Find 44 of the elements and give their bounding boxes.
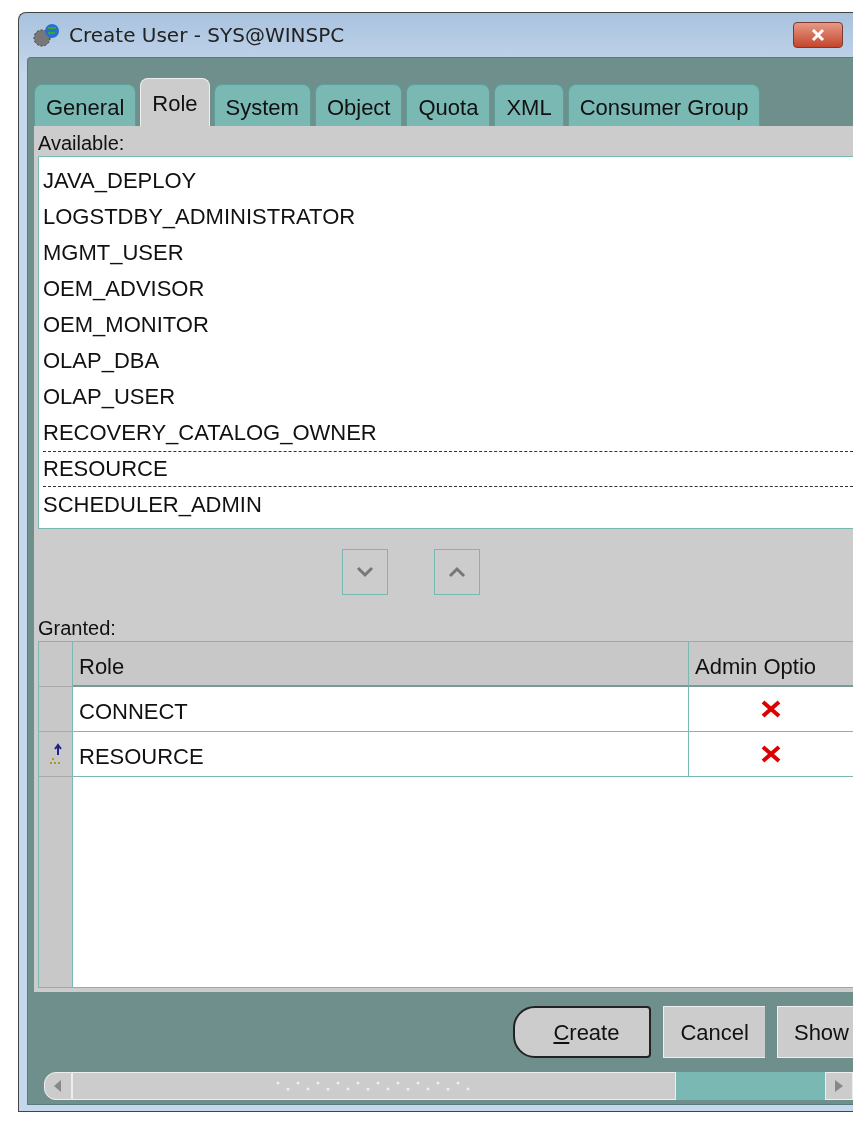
granted-label: Granted: — [38, 616, 117, 641]
right-arrow-icon — [835, 1080, 843, 1092]
list-item[interactable]: JAVA_DEPLOY — [43, 163, 853, 199]
list-item[interactable]: RECOVERY_CATALOG_OWNER — [43, 415, 853, 451]
window-title: Create User - SYS@WINSPC — [69, 22, 345, 49]
scroll-thumb[interactable] — [72, 1072, 676, 1100]
tab[interactable]: Quota — [406, 84, 491, 126]
cross-icon — [760, 745, 782, 763]
close-button[interactable] — [793, 22, 843, 48]
dialog-button[interactable]: Cancel — [663, 1006, 765, 1058]
left-arrow-icon — [54, 1080, 62, 1092]
tab[interactable]: System — [213, 84, 311, 126]
tab[interactable]: Role — [140, 78, 210, 126]
cross-icon — [760, 700, 782, 718]
list-item[interactable]: MGMT_USER — [43, 235, 853, 271]
table-cell: RESOURCE — [73, 732, 689, 777]
tab[interactable]: Consumer Group — [567, 84, 761, 126]
available-label: Available: — [38, 131, 126, 156]
current-row-icon — [47, 743, 64, 765]
list-item[interactable]: SCHEDULER_ADMIN — [43, 487, 853, 523]
tab[interactable]: XML — [494, 84, 564, 126]
chevron-down-icon — [354, 565, 375, 579]
column-header[interactable]: Admin Optio — [689, 642, 853, 687]
table-cell: CONNECT — [73, 687, 689, 732]
list-item[interactable]: OLAP_DBA — [43, 343, 853, 379]
tab[interactable]: Object — [314, 84, 403, 126]
scroll-left-button[interactable] — [44, 1072, 72, 1100]
column-header[interactable]: Role — [73, 642, 689, 687]
row-header[interactable] — [39, 732, 73, 777]
available-list[interactable]: JAVA_DEPLOY LOGSTDBY_ADMINISTRATOR MGMT_USER OEM_ADVISOR OEM_MONITOR OLAP_DBA OLAP_USER RECOVERY_CATALOG_OWNER RESOURCE SCHEDULER_ADMIN — [38, 156, 853, 529]
list-item[interactable]: LOGSTDBY_ADMINISTRATOR — [43, 199, 853, 235]
move-up-button[interactable] — [433, 549, 480, 595]
tab[interactable]: General — [34, 84, 137, 126]
list-item[interactable]: OLAP_USER — [43, 379, 853, 415]
horizontal-scrollbar[interactable] — [44, 1072, 853, 1100]
list-item[interactable]: OEM_MONITOR — [43, 307, 853, 343]
scroll-right-button[interactable] — [825, 1072, 853, 1100]
list-item[interactable]: OEM_ADVISOR — [43, 271, 853, 307]
dialog-button[interactable]: Create — [513, 1006, 652, 1058]
dialog-button[interactable]: Show — [776, 1006, 853, 1058]
move-down-button[interactable] — [341, 549, 388, 595]
chevron-up-icon — [446, 565, 467, 579]
close-icon — [810, 28, 826, 42]
list-item[interactable]: RESOURCE — [43, 451, 853, 487]
